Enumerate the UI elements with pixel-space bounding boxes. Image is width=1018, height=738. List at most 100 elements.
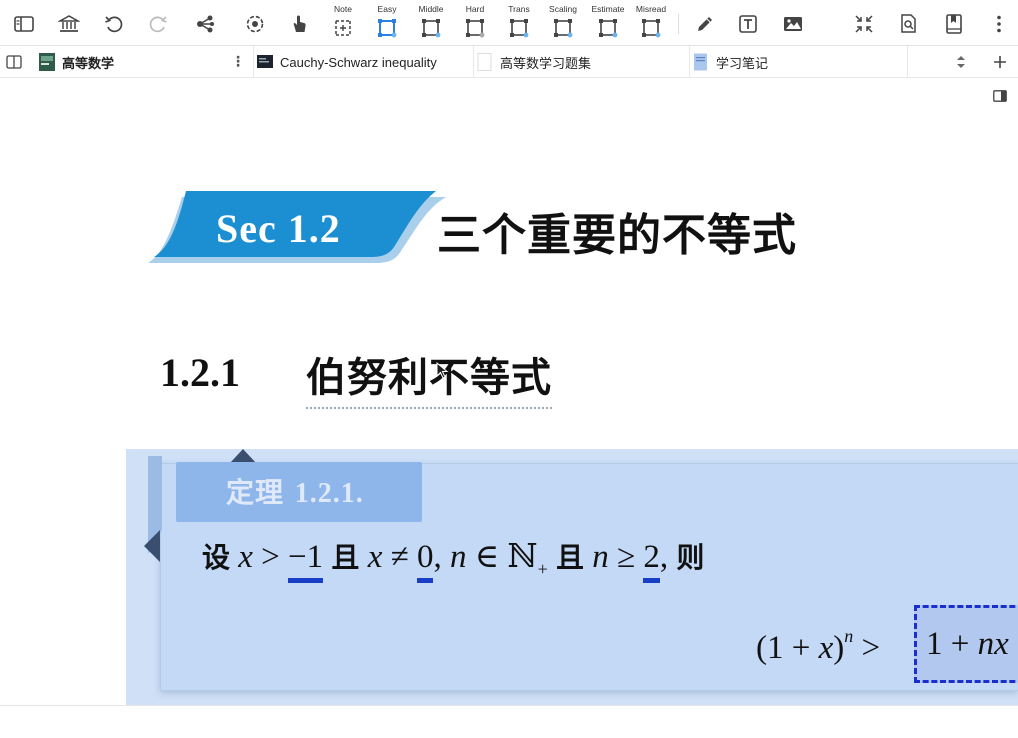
hard-frame-icon (466, 19, 485, 38)
text-box-button[interactable] (733, 8, 763, 40)
comma-2: , (659, 539, 677, 575)
scaling-frame-icon (554, 19, 573, 38)
tab-higher-math-label: 高等数学 (62, 55, 115, 71)
naturals-plus-subscript: + (537, 559, 548, 579)
mode-trans-label: Trans (508, 4, 530, 14)
redo-button[interactable] (143, 8, 173, 40)
section-label: Sec 1.2 (216, 206, 341, 251)
mode-misread-label: Misread (635, 4, 667, 14)
theorem-top-notch (230, 449, 256, 463)
split-view-button[interactable] (0, 46, 28, 78)
estimate-frame-icon (599, 19, 618, 38)
new-tab-button[interactable] (986, 46, 1014, 78)
image-icon (784, 17, 802, 31)
library-button[interactable] (54, 8, 84, 40)
underlined-minus-one[interactable]: −1 (288, 539, 324, 583)
more-menu-button[interactable] (984, 8, 1014, 40)
undo-button[interactable] (99, 8, 129, 40)
theorem-corner-flag (144, 456, 162, 562)
toolbar: Note Easy Middle Hard Trans Scaling Esti… (0, 0, 1018, 46)
redo-icon (149, 16, 167, 33)
op-neq: ≠ (382, 539, 417, 575)
underlined-zero[interactable]: 0 (416, 539, 433, 583)
tab-options-icon[interactable]: ⋮ (231, 54, 245, 68)
subsection-number: 1.2.1 (160, 350, 240, 395)
tab-exercise-collection-label: 高等数学习题集 (500, 55, 592, 71)
tab-cauchy-schwarz-label: Cauchy-Schwarz inequality (280, 54, 437, 70)
theorem-then: 则 (676, 541, 705, 574)
mode-estimate-label: Estimate (591, 4, 625, 14)
tab-higher-math[interactable]: 高等数学 ⋮ (34, 46, 254, 78)
image-button[interactable] (778, 8, 808, 40)
tab-exercise-collection[interactable]: 高等数学习题集 (474, 46, 690, 78)
mode-note[interactable]: Note (321, 3, 365, 43)
var-x-1: x (238, 539, 253, 575)
more-vertical-icon (997, 15, 1001, 33)
lhs-open: (1 + (756, 630, 819, 666)
bookmark-book-button[interactable] (939, 8, 969, 40)
document-thumb-icon (257, 55, 273, 68)
var-n-2: n (592, 539, 609, 575)
mode-scaling[interactable]: Scaling (541, 3, 585, 43)
op-gt: > (252, 539, 289, 575)
mode-misread[interactable]: Misread (629, 3, 673, 43)
rhs-expression: 1 + nx (926, 626, 1009, 663)
theorem-and-1: 且 (331, 541, 360, 574)
collapse-arrows-icon (855, 15, 873, 33)
trans-frame-icon (510, 19, 529, 38)
pencil-icon (698, 17, 712, 31)
subsection-title[interactable]: 伯努利不等式 (306, 345, 552, 409)
mode-note-label: Note (334, 4, 352, 14)
blank-page-thumb-icon (477, 53, 492, 71)
tab-study-notes-label: 学习笔记 (716, 55, 769, 71)
mode-hard[interactable]: Hard (453, 3, 497, 43)
tab-overflow-button[interactable] (947, 46, 975, 78)
theorem-label-cn: 定理 (226, 476, 285, 509)
notes-thumb-icon (694, 53, 707, 71)
var-x-2: x (367, 539, 383, 575)
mode-trans[interactable]: Trans (497, 3, 541, 43)
hand-pointer-icon (293, 15, 306, 32)
theorem-label: 定理 1.2.1. (226, 471, 364, 511)
rhs-nx: nx (977, 626, 1009, 662)
fit-screen-button[interactable] (849, 8, 879, 40)
plus-icon (994, 56, 1006, 68)
op-in: ∈ (466, 539, 508, 575)
lhs-close: ) (833, 630, 845, 666)
review-cycle-icon (246, 15, 264, 33)
review-button[interactable] (240, 8, 270, 40)
mode-estimate[interactable]: Estimate (586, 3, 630, 43)
rhs-one: 1 + (926, 626, 978, 662)
section-title: 三个重要的不等式 (437, 210, 797, 261)
underlined-two[interactable]: 2 (643, 539, 660, 583)
mode-easy-label: Easy (377, 4, 397, 14)
hand-tool-button[interactable] (284, 8, 314, 40)
mode-middle-label: Middle (418, 4, 444, 14)
toggle-sidebar-button[interactable] (9, 8, 39, 40)
chevron-up-down-icon (957, 56, 965, 68)
mouse-cursor-icon (436, 362, 449, 379)
tab-study-notes[interactable]: 学习笔记 (690, 46, 908, 78)
theorem-statement: 设 x > −1 且 x ≠ 0, n ∈ ℕ+ 且 n ≥ 2, 则 (202, 536, 705, 583)
search-document-icon (901, 14, 916, 33)
theorem-and-2: 且 (555, 541, 584, 574)
sidebar-icon (14, 16, 34, 32)
middle-frame-icon (422, 19, 441, 38)
text-box-icon (739, 15, 757, 33)
set-naturals: ℕ (507, 539, 538, 575)
note-box-icon (335, 20, 351, 36)
notebook-cover-thumb-icon (39, 53, 55, 71)
mindmap-icon (197, 15, 214, 33)
mode-middle[interactable]: Middle (409, 3, 453, 43)
toolbar-divider (678, 14, 679, 34)
tab-cauchy-schwarz[interactable]: Cauchy-Schwarz inequality (254, 46, 474, 78)
comma-1: , (433, 539, 450, 575)
inequality-formula: (1 + x)n > (756, 626, 880, 667)
mindmap-button[interactable] (190, 8, 220, 40)
var-n-1: n (449, 539, 467, 575)
mode-easy[interactable]: Easy (365, 3, 409, 43)
search-document-button[interactable] (893, 8, 923, 40)
pen-button[interactable] (690, 8, 720, 40)
theorem-label-number: 1.2.1. (294, 478, 364, 509)
mode-scaling-label: Scaling (549, 4, 577, 14)
